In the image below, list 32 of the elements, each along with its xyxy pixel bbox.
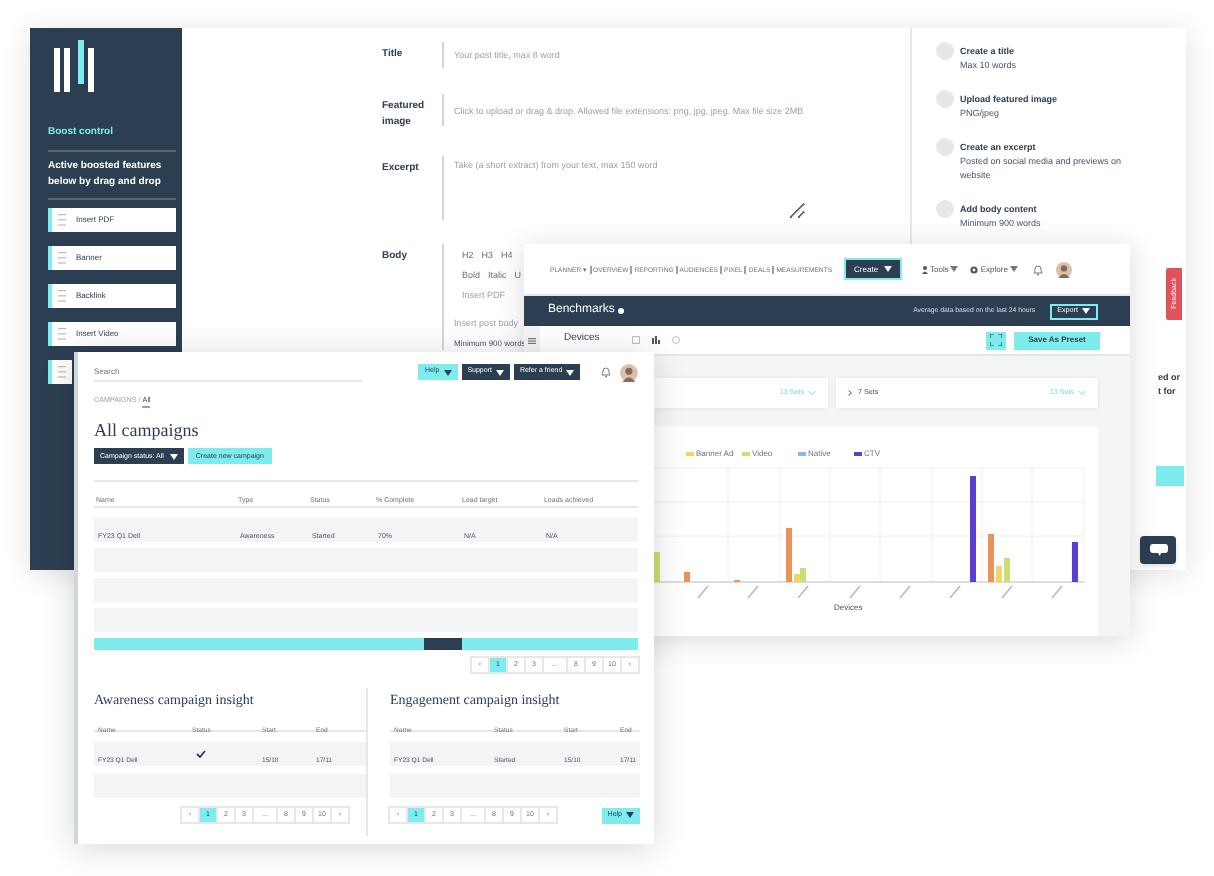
expand-button[interactable] bbox=[986, 331, 1006, 349]
caret-icon bbox=[443, 369, 452, 375]
bell-icon[interactable] bbox=[1031, 263, 1044, 275]
logo bbox=[54, 40, 98, 94]
scrollbar-track[interactable] bbox=[94, 638, 638, 651]
chat-button[interactable] bbox=[1140, 536, 1176, 564]
menu-icon[interactable] bbox=[528, 337, 536, 343]
bar bbox=[970, 476, 976, 582]
chevron-down-icon bbox=[1078, 389, 1086, 396]
expand-icon bbox=[990, 334, 1002, 346]
chat-icon bbox=[1149, 544, 1167, 556]
caret-icon bbox=[1009, 266, 1018, 272]
caret-icon bbox=[566, 369, 575, 375]
caret-icon bbox=[495, 369, 504, 375]
bar bbox=[654, 552, 660, 582]
bar-chart-icon[interactable] bbox=[651, 336, 660, 344]
caret-icon bbox=[169, 453, 178, 460]
avatar bbox=[620, 363, 639, 381]
caret-icon bbox=[1082, 308, 1090, 314]
chevron-down-icon bbox=[808, 389, 816, 396]
avatar bbox=[1055, 261, 1072, 277]
person-icon bbox=[922, 265, 929, 273]
page-heading: All campaigns bbox=[94, 418, 201, 443]
scrollbar-thumb[interactable] bbox=[424, 638, 462, 651]
caret-icon bbox=[626, 812, 634, 819]
bar bbox=[1072, 542, 1078, 582]
bar bbox=[684, 572, 690, 582]
caret-icon bbox=[950, 266, 959, 272]
bell-icon[interactable] bbox=[600, 366, 613, 378]
caret-icon bbox=[884, 266, 893, 272]
info-dot-icon bbox=[618, 308, 625, 314]
gear-icon bbox=[970, 265, 979, 273]
